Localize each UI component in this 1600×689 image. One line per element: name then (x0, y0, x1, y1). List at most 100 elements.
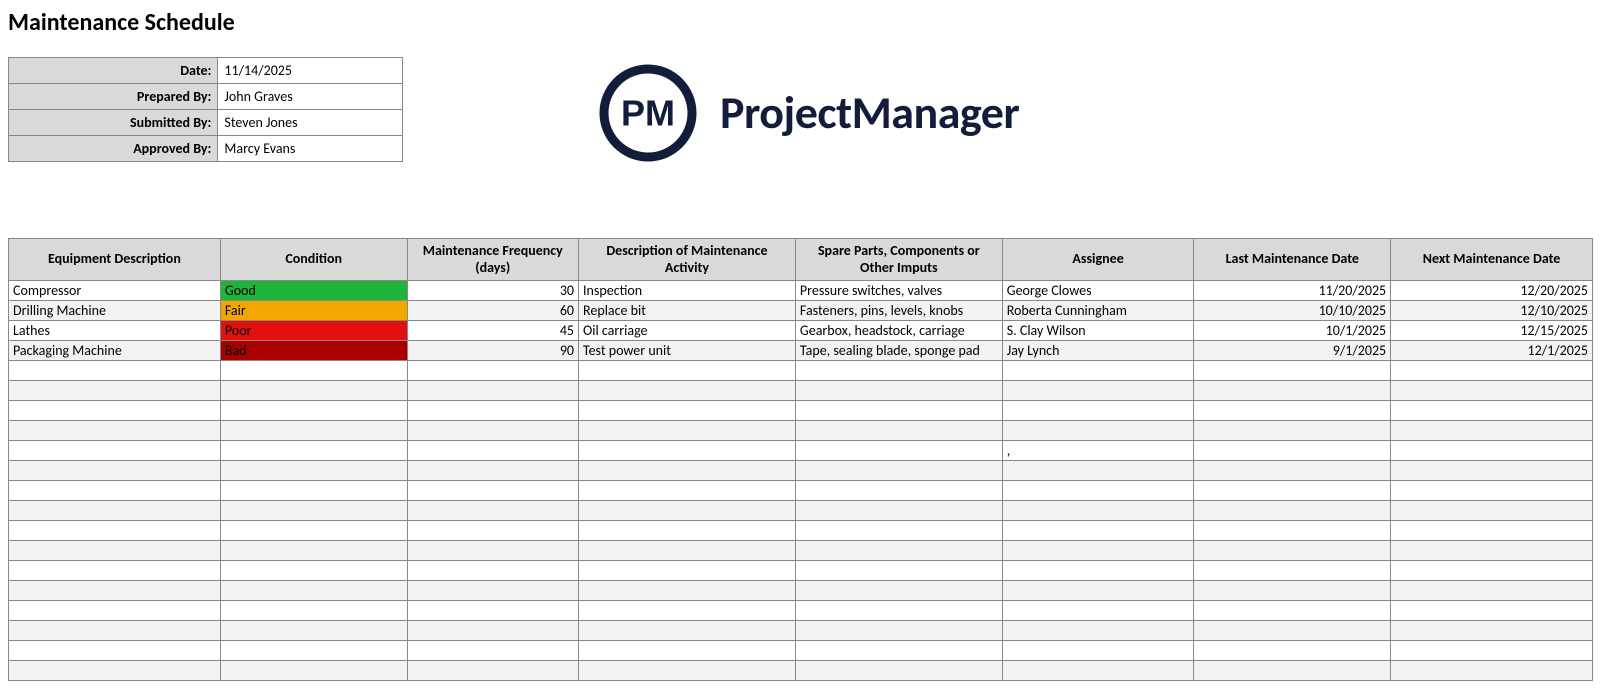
cell-assignee[interactable] (1002, 461, 1194, 481)
cell-condition[interactable] (220, 381, 407, 401)
cell-frequency[interactable]: 30 (407, 281, 579, 301)
cell-next-date[interactable] (1391, 521, 1593, 541)
cell-frequency[interactable] (407, 661, 579, 681)
cell-parts[interactable]: Fasteners, pins, levels, knobs (795, 301, 1002, 321)
cell-condition[interactable] (220, 621, 407, 641)
cell-assignee[interactable] (1002, 561, 1194, 581)
cell-equipment[interactable]: Drilling Machine (9, 301, 221, 321)
cell-condition[interactable]: Fair (220, 301, 407, 321)
cell-last-date[interactable] (1194, 541, 1391, 561)
cell-parts[interactable] (795, 481, 1002, 501)
cell-equipment[interactable] (9, 641, 221, 661)
cell-frequency[interactable] (407, 401, 579, 421)
cell-parts[interactable]: Tape, sealing blade, sponge pad (795, 341, 1002, 361)
cell-activity[interactable]: Inspection (579, 281, 796, 301)
cell-frequency[interactable] (407, 421, 579, 441)
cell-last-date[interactable] (1194, 361, 1391, 381)
cell-assignee[interactable] (1002, 501, 1194, 521)
cell-activity[interactable]: Oil carriage (579, 321, 796, 341)
cell-parts[interactable] (795, 361, 1002, 381)
cell-next-date[interactable] (1391, 601, 1593, 621)
cell-next-date[interactable] (1391, 381, 1593, 401)
cell-activity[interactable]: Replace bit (579, 301, 796, 321)
meta-submitted-value[interactable]: Steven Jones (218, 110, 403, 136)
cell-equipment[interactable] (9, 481, 221, 501)
cell-equipment[interactable] (9, 601, 221, 621)
cell-assignee[interactable] (1002, 421, 1194, 441)
cell-last-date[interactable]: 9/1/2025 (1194, 341, 1391, 361)
cell-condition[interactable] (220, 541, 407, 561)
cell-next-date[interactable] (1391, 461, 1593, 481)
cell-frequency[interactable] (407, 641, 579, 661)
cell-last-date[interactable] (1194, 481, 1391, 501)
cell-next-date[interactable] (1391, 421, 1593, 441)
meta-approved-value[interactable]: Marcy Evans (218, 136, 403, 162)
meta-date-value[interactable]: 11/14/2025 (218, 58, 403, 84)
cell-activity[interactable] (579, 461, 796, 481)
cell-parts[interactable] (795, 601, 1002, 621)
cell-activity[interactable] (579, 621, 796, 641)
cell-last-date[interactable] (1194, 581, 1391, 601)
cell-activity[interactable] (579, 381, 796, 401)
cell-parts[interactable]: Gearbox, headstock, carriage (795, 321, 1002, 341)
cell-activity[interactable] (579, 421, 796, 441)
meta-prepared-value[interactable]: John Graves (218, 84, 403, 110)
cell-last-date[interactable] (1194, 401, 1391, 421)
cell-frequency[interactable] (407, 601, 579, 621)
cell-equipment[interactable] (9, 421, 221, 441)
cell-frequency[interactable] (407, 481, 579, 501)
cell-last-date[interactable]: 11/20/2025 (1194, 281, 1391, 301)
cell-next-date[interactable] (1391, 501, 1593, 521)
cell-parts[interactable] (795, 401, 1002, 421)
cell-equipment[interactable] (9, 381, 221, 401)
cell-frequency[interactable] (407, 461, 579, 481)
cell-next-date[interactable] (1391, 641, 1593, 661)
cell-condition[interactable] (220, 601, 407, 621)
cell-next-date[interactable] (1391, 621, 1593, 641)
cell-assignee[interactable] (1002, 381, 1194, 401)
cell-assignee[interactable] (1002, 621, 1194, 641)
cell-assignee[interactable]: , (1002, 441, 1194, 461)
cell-last-date[interactable] (1194, 421, 1391, 441)
cell-parts[interactable] (795, 641, 1002, 661)
cell-frequency[interactable] (407, 521, 579, 541)
cell-condition[interactable] (220, 421, 407, 441)
cell-equipment[interactable] (9, 521, 221, 541)
cell-parts[interactable] (795, 461, 1002, 481)
cell-last-date[interactable] (1194, 621, 1391, 641)
cell-activity[interactable] (579, 541, 796, 561)
cell-condition[interactable] (220, 641, 407, 661)
cell-condition[interactable]: Bad (220, 341, 407, 361)
cell-frequency[interactable] (407, 501, 579, 521)
cell-frequency[interactable] (407, 441, 579, 461)
cell-condition[interactable] (220, 561, 407, 581)
cell-frequency[interactable] (407, 621, 579, 641)
cell-activity[interactable] (579, 561, 796, 581)
cell-equipment[interactable] (9, 401, 221, 421)
cell-last-date[interactable] (1194, 501, 1391, 521)
cell-last-date[interactable] (1194, 441, 1391, 461)
cell-last-date[interactable]: 10/10/2025 (1194, 301, 1391, 321)
cell-assignee[interactable] (1002, 481, 1194, 501)
cell-last-date[interactable] (1194, 561, 1391, 581)
cell-next-date[interactable]: 12/15/2025 (1391, 321, 1593, 341)
cell-last-date[interactable] (1194, 521, 1391, 541)
cell-frequency[interactable] (407, 361, 579, 381)
cell-parts[interactable] (795, 661, 1002, 681)
cell-parts[interactable] (795, 501, 1002, 521)
cell-parts[interactable] (795, 541, 1002, 561)
cell-equipment[interactable] (9, 441, 221, 461)
cell-activity[interactable] (579, 601, 796, 621)
cell-frequency[interactable] (407, 381, 579, 401)
cell-parts[interactable] (795, 421, 1002, 441)
cell-equipment[interactable] (9, 561, 221, 581)
cell-next-date[interactable] (1391, 441, 1593, 461)
cell-assignee[interactable]: Jay Lynch (1002, 341, 1194, 361)
cell-condition[interactable] (220, 501, 407, 521)
cell-equipment[interactable] (9, 581, 221, 601)
cell-frequency[interactable]: 60 (407, 301, 579, 321)
cell-activity[interactable]: Test power unit (579, 341, 796, 361)
cell-activity[interactable] (579, 641, 796, 661)
cell-condition[interactable] (220, 401, 407, 421)
cell-next-date[interactable]: 12/20/2025 (1391, 281, 1593, 301)
